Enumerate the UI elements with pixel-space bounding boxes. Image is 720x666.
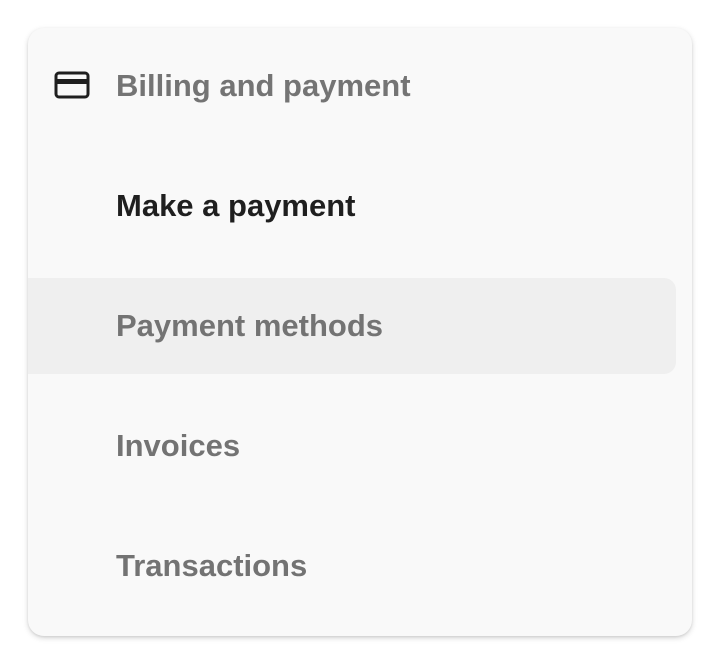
menu-item-label: Payment methods xyxy=(116,308,384,343)
credit-card-icon xyxy=(54,71,90,99)
menu-item-payment-methods[interactable]: Payment methods xyxy=(28,278,676,374)
menu-item-invoices[interactable]: Invoices xyxy=(28,398,676,494)
menu-section-header[interactable]: Billing and payment xyxy=(28,28,692,144)
menu-section-title: Billing and payment xyxy=(116,68,411,103)
menu-item-make-a-payment[interactable]: Make a payment xyxy=(28,158,676,254)
menu-item-label: Invoices xyxy=(116,428,241,463)
menu-item-transactions[interactable]: Transactions xyxy=(28,518,676,614)
menu-item-label: Make a payment xyxy=(116,188,356,223)
billing-menu-card: Billing and payment Make a payment Payme… xyxy=(28,28,692,636)
menu-item-label: Transactions xyxy=(116,548,308,583)
